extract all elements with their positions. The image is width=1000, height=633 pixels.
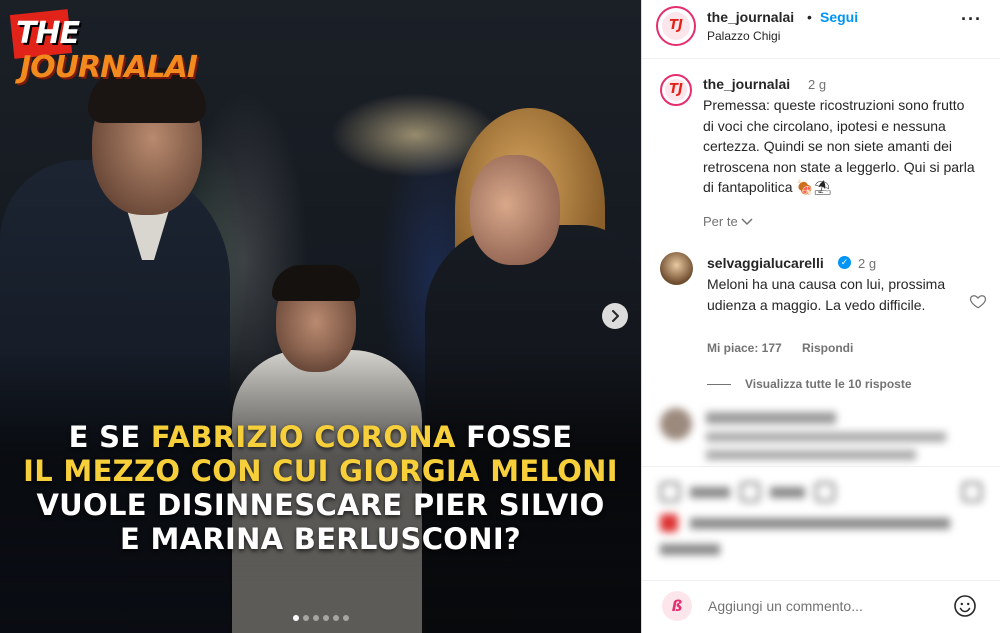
post-side-panel: TJ the_journalai • Segui Palazzo Chigi ·… (641, 0, 1000, 633)
headline-line-1: E SE FABRIZIO CORONA FOSSE (0, 420, 641, 454)
caption-username[interactable]: the_journalai (703, 76, 790, 92)
carousel-dot (302, 615, 309, 621)
logo-the: THE (16, 16, 80, 51)
verified-badge-icon: ✓ (838, 256, 851, 269)
comment-text: Meloni ha una causa con lui, prossima ud… (707, 276, 946, 313)
follow-button[interactable]: Segui (820, 9, 858, 25)
instagram-post-view: THE JOURNALAI E SE FABRIZIO CORONA FOSSE… (0, 0, 1000, 633)
commenter-username[interactable]: selvaggialucarelli (707, 255, 824, 271)
headline-line-4: E MARINA BERLUSCONI? (119, 522, 522, 556)
headline-text: FOSSE (455, 420, 573, 454)
carousel-dot (332, 615, 339, 621)
ellipsis-icon[interactable]: ··· (961, 10, 982, 28)
carousel-dot (322, 615, 329, 621)
commenter-avatar[interactable] (660, 252, 693, 285)
caption-text: Premessa: queste ricostruzioni sono frut… (703, 97, 975, 195)
view-replies-label: Visualizza tutte le 10 risposte (745, 377, 912, 391)
post-header: TJ the_journalai • Segui Palazzo Chigi ·… (642, 0, 1000, 59)
blurred-actions (660, 478, 990, 563)
heart-icon[interactable] (969, 292, 987, 310)
author-username[interactable]: the_journalai (707, 9, 794, 25)
divider (642, 466, 1000, 467)
add-comment-bar: ß (642, 580, 1000, 633)
caption-avatar[interactable]: TJ (660, 74, 692, 106)
carousel-dot (342, 615, 349, 621)
avatar-initials: TJ (661, 11, 691, 41)
emoji-icon[interactable] (953, 594, 977, 618)
comment-input[interactable] (708, 598, 938, 614)
current-user-avatar[interactable]: ß (662, 591, 692, 621)
view-replies-button[interactable]: Visualizza tutte le 10 risposte (707, 377, 912, 391)
headline-highlight: FABRIZIO CORONA (150, 420, 456, 454)
carousel-next-button[interactable] (602, 303, 628, 329)
carousel-dot (292, 615, 299, 621)
post-location[interactable]: Palazzo Chigi (707, 29, 780, 43)
separator-dot: • (807, 9, 812, 25)
carousel-dots (0, 615, 641, 621)
logo-journalai: JOURNALAI (20, 50, 198, 85)
chevron-right-icon (612, 310, 619, 322)
headline-line-3: VUOLE DISINNESCARE PIER SILVIO (36, 488, 605, 522)
replies-line (707, 383, 731, 385)
translation-toggle[interactable]: Per te (703, 214, 753, 229)
caption-timestamp[interactable]: 2 g (808, 77, 826, 92)
author-avatar[interactable]: TJ (656, 6, 696, 46)
chevron-down-icon (741, 218, 753, 226)
headline-text: E SE (68, 420, 151, 454)
comment-likes[interactable]: Mi piace: 177 (707, 341, 782, 355)
post-headline: E SE FABRIZIO CORONA FOSSE IL MEZZO CON … (0, 420, 641, 556)
post-image[interactable]: THE JOURNALAI E SE FABRIZIO CORONA FOSSE… (0, 0, 641, 633)
for-you-label: Per te (703, 214, 738, 229)
comment-timestamp[interactable]: 2 g (858, 256, 876, 271)
journalai-logo: THE JOURNALAI (9, 9, 205, 92)
blurred-comment (660, 408, 990, 468)
reply-button[interactable]: Rispondi (802, 341, 853, 355)
headline-line-2: IL MEZZO CON CUI GIORGIA MELONI (23, 454, 618, 488)
carousel-dot (312, 615, 319, 621)
avatar-initials: TJ (664, 78, 688, 102)
